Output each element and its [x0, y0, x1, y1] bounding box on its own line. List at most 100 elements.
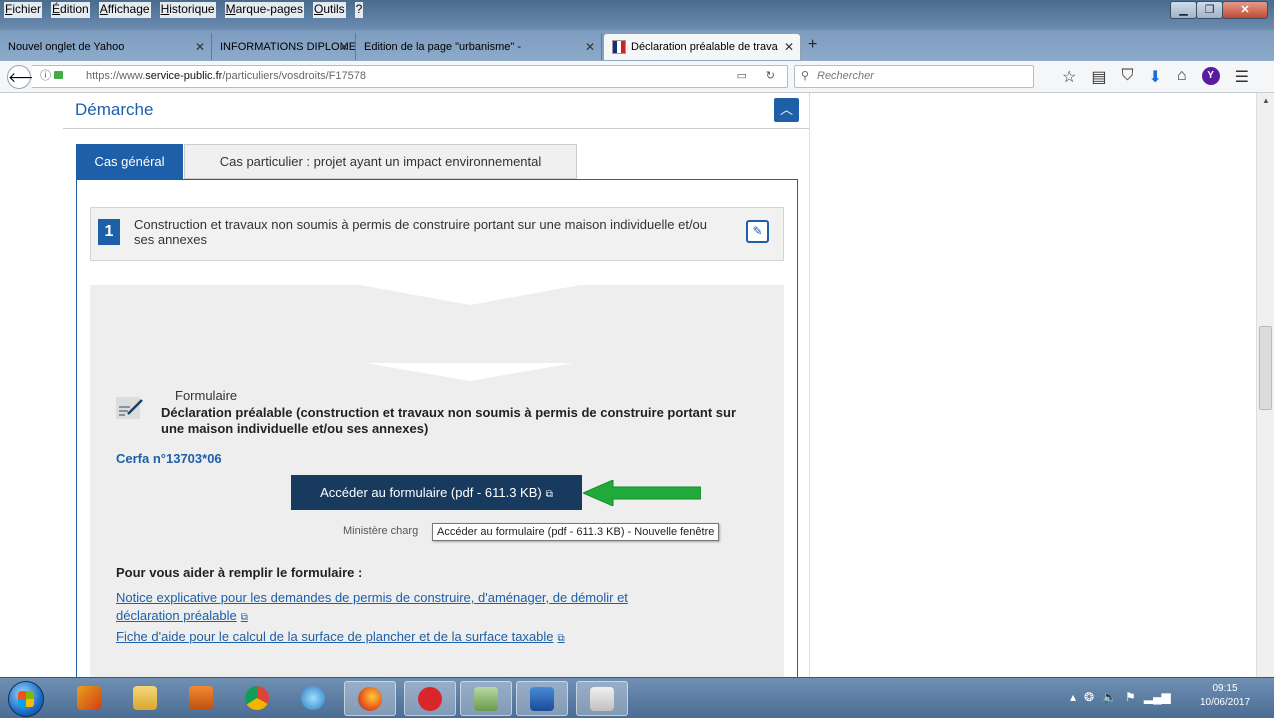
menu-marque-pages[interactable]: Marque-pages [224, 2, 304, 18]
search-input[interactable]: ⚲ Rechercher [794, 65, 1034, 88]
close-tab-icon[interactable]: ✕ [585, 40, 595, 54]
notice-link[interactable]: Notice explicative pour les demandes de … [116, 589, 628, 606]
flag-icon[interactable]: ⚑ [1125, 690, 1136, 704]
clock[interactable]: 09:15 10/06/2017 [1190, 682, 1260, 710]
menu-affichage[interactable]: Affichage [98, 2, 151, 18]
taskbar-explorer[interactable] [120, 681, 172, 716]
tab-informations[interactable]: INFORMATIONS DIPLOME NATIO ✕ [212, 33, 356, 60]
taskbar-app-7[interactable] [404, 681, 456, 716]
windows-start-button[interactable] [8, 681, 44, 717]
tab-cas-general[interactable]: Cas général [76, 144, 183, 179]
home-icon[interactable]: ⌂ [1177, 67, 1187, 87]
form-label: Formulaire [175, 388, 238, 403]
column-divider [809, 93, 810, 677]
taskbar-snipping[interactable] [576, 681, 628, 716]
download-icon[interactable]: ⬇ [1148, 67, 1161, 87]
pocket-icon[interactable]: ⛉ [1121, 67, 1133, 87]
vertical-scrollbar[interactable]: ▲ [1256, 93, 1274, 677]
app-icon [418, 687, 442, 711]
windows-logo-icon [18, 691, 34, 707]
external-link-icon: ⧉ [557, 633, 565, 644]
menu-fichier[interactable]: Fichier [4, 2, 43, 18]
section-title: Démarche [75, 100, 154, 119]
scrollbar-thumb[interactable] [1259, 326, 1272, 410]
taskbar-app-5[interactable] [288, 681, 340, 716]
external-link-icon: ⧉ [240, 612, 248, 623]
tab-cas-particulier[interactable]: Cas particulier : projet ayant un impact… [184, 144, 577, 179]
scissors-icon [590, 687, 614, 711]
page-content: Démarche ︿ Cas général Cas particulier :… [0, 93, 1256, 677]
url-text: https://www.service-public.fr/particulie… [86, 70, 367, 82]
taskbar-firefox[interactable] [344, 681, 396, 716]
tray-expand-icon[interactable]: ▴ [1070, 690, 1076, 704]
lock-icon[interactable] [54, 71, 63, 79]
cerfa-number: Cerfa n°13703*06 [116, 451, 222, 466]
info-icon[interactable]: ⓘ [40, 66, 51, 87]
taskbar-media[interactable] [176, 681, 228, 716]
notice-link-text: Notice explicative pour les demandes de … [116, 590, 628, 605]
reload-icon[interactable]: ↻ [766, 66, 775, 87]
folder-icon [133, 686, 157, 710]
search-placeholder: Rechercher [817, 70, 874, 82]
firefox-icon [358, 687, 382, 711]
close-window-button[interactable]: ✕ [1222, 1, 1268, 19]
clock-date: 10/06/2017 [1199, 697, 1251, 708]
network-icon[interactable]: ❂ [1084, 690, 1094, 704]
reader-view-icon[interactable]: ▭ [737, 66, 747, 87]
back-arrow-icon[interactable]: 🡐 [7, 65, 46, 89]
volume-icon[interactable]: 🔈 [1102, 690, 1117, 704]
notice-link-continued[interactable]: déclaration préalable ⧉ [116, 607, 248, 626]
menu-historique[interactable]: Historique [159, 2, 216, 18]
tab-strip: Nouvel onglet de Yahoo ✕ INFORMATIONS DI… [0, 30, 1274, 61]
window-controls: ▁ ❐ ✕ [1170, 1, 1268, 19]
green-arrow-annotation [583, 480, 701, 506]
close-tab-icon[interactable]: ✕ [339, 40, 349, 54]
minimize-button[interactable]: ▁ [1170, 1, 1197, 19]
step-box: 1 Construction et travaux non soumis à p… [90, 207, 784, 261]
form-title: Déclaration préalable (construction et t… [161, 405, 737, 436]
bookmark-star-icon[interactable]: ☆ [1062, 67, 1076, 87]
new-tab-icon[interactable]: + [808, 36, 817, 54]
collapse-chevron-up-icon[interactable]: ︿ [774, 98, 799, 122]
taskbar-chrome[interactable] [232, 681, 284, 716]
word-icon [530, 687, 554, 711]
window-titlebar: Fichier Édition Affichage Historique Mar… [0, 0, 1274, 30]
menu-help[interactable]: ? [354, 2, 364, 18]
signal-icon[interactable]: ▂▄▆ [1144, 690, 1171, 704]
access-form-button[interactable]: Accéder au formulaire (pdf - 611.3 KB) ⧉ [291, 475, 582, 510]
url-bar[interactable]: ⓘ https://www.service-public.fr/particul… [32, 65, 788, 88]
bookmarks-list-icon[interactable]: ▤ [1091, 67, 1106, 87]
yahoo-icon[interactable]: Y [1201, 67, 1220, 85]
taskbar-word[interactable] [516, 681, 568, 716]
app-icon [474, 687, 498, 711]
nav-bar: 🡐 ⓘ https://www.service-public.fr/partic… [0, 61, 1274, 93]
tab-declaration[interactable]: Déclaration préalable de trava ✕ [603, 33, 801, 60]
close-tab-icon[interactable]: ✕ [195, 40, 205, 54]
ministere-text: Ministère charg [343, 525, 419, 537]
help-title: Pour vous aider à remplir le formulaire … [116, 565, 363, 580]
search-icon: ⚲ [801, 70, 810, 82]
app-icon [301, 686, 325, 710]
taskbar-app-1[interactable] [64, 681, 116, 716]
hamburger-menu-icon[interactable]: ☰ [1235, 67, 1249, 87]
taskbar-app-8[interactable] [460, 681, 512, 716]
tab-label: Edition de la page "urbanisme" - [364, 40, 522, 53]
tooltip: Accéder au formulaire (pdf - 611.3 KB) -… [432, 523, 720, 541]
pencil-edit-icon[interactable]: ✎ [746, 220, 769, 243]
tab-yahoo[interactable]: Nouvel onglet de Yahoo ✕ [0, 33, 212, 60]
close-tab-icon[interactable]: ✕ [784, 40, 794, 54]
tab-edition[interactable]: Edition de la page "urbanisme" - ✕ [356, 33, 602, 60]
menu-outils[interactable]: Outils [312, 2, 346, 18]
tab-label: INFORMATIONS DIPLOME NATIO [220, 40, 356, 53]
french-flag-icon [612, 40, 626, 54]
menu-edition[interactable]: Édition [51, 2, 90, 18]
step-number-badge: 1 [98, 219, 120, 245]
fiche-aide-link[interactable]: Fiche d'aide pour le calcul de la surfac… [116, 628, 565, 647]
clock-time: 09:15 [1212, 683, 1238, 694]
maximize-button[interactable]: ❐ [1196, 1, 1223, 19]
chevron-divider [366, 363, 574, 381]
scroll-up-arrow-icon[interactable]: ▲ [1262, 96, 1270, 105]
tab-label: Déclaration préalable de trava [631, 41, 778, 53]
app-icon [77, 686, 101, 710]
toolbar-icons: ☆ ▤ ⛉ ⬇ ⌂ Y ☰ [1062, 67, 1249, 87]
